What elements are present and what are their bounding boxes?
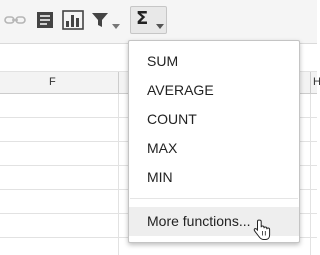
hand-cursor-icon xyxy=(253,219,271,246)
menu-item-count[interactable]: COUNT xyxy=(129,105,299,134)
functions-button[interactable]: Σ xyxy=(130,6,167,34)
toolbar: Σ xyxy=(0,0,317,44)
functions-menu: SUM AVERAGE COUNT MAX MIN More functions… xyxy=(128,40,300,243)
menu-item-max[interactable]: MAX xyxy=(129,134,299,163)
chevron-down-icon xyxy=(156,17,164,35)
menu-item-more-functions[interactable]: More functions... xyxy=(129,207,299,236)
column-divider[interactable] xyxy=(310,72,311,94)
sigma-icon: Σ xyxy=(136,8,149,29)
menu-item-min[interactable]: MIN xyxy=(129,163,299,192)
column-header-h[interactable]: H xyxy=(313,76,320,88)
chevron-down-icon[interactable] xyxy=(112,17,120,37)
menu-item-average[interactable]: AVERAGE xyxy=(129,76,299,105)
comment-icon[interactable] xyxy=(36,10,54,30)
menu-item-sum[interactable]: SUM xyxy=(129,47,299,76)
column-line xyxy=(118,94,119,255)
menu-divider xyxy=(130,198,298,199)
link-icon[interactable] xyxy=(4,11,26,31)
column-line xyxy=(310,94,311,255)
column-divider[interactable] xyxy=(118,72,119,94)
filter-icon[interactable] xyxy=(91,10,109,30)
chart-icon[interactable] xyxy=(62,10,84,30)
column-header-f[interactable]: F xyxy=(49,76,56,88)
